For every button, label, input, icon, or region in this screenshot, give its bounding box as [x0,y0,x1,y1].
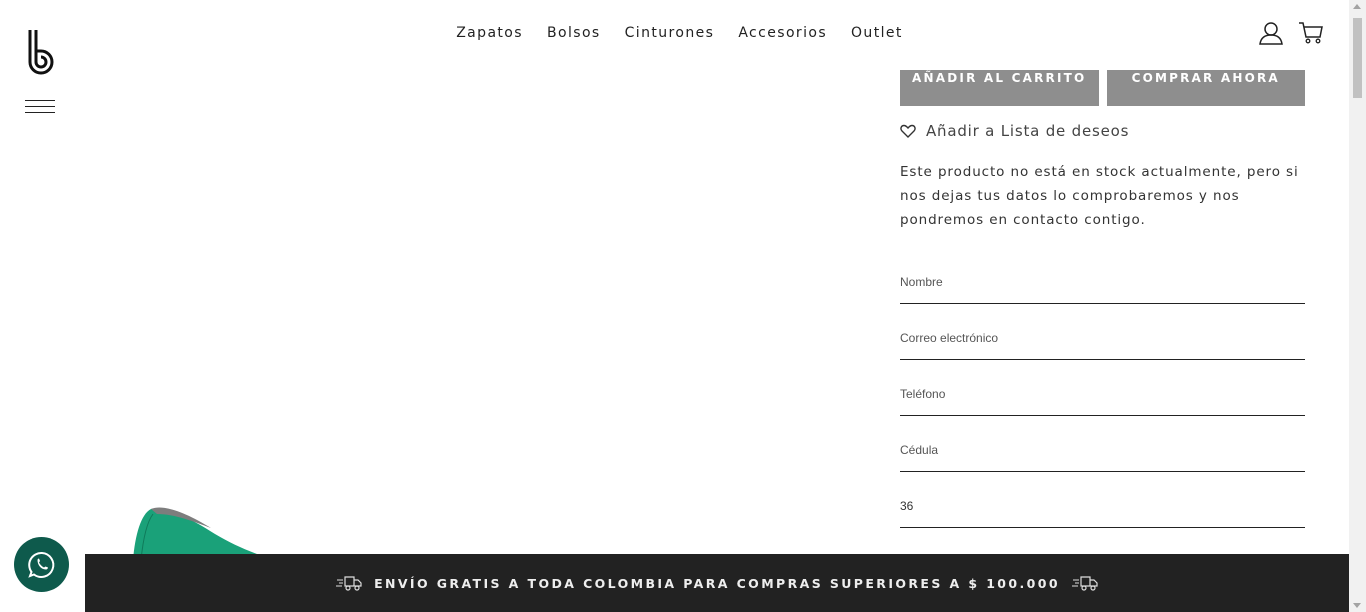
name-field-wrapper [900,248,1305,304]
page-scrollbar[interactable] [1349,0,1366,612]
size-field-wrapper [900,472,1305,528]
name-field[interactable] [900,267,1305,297]
heart-icon [900,124,916,138]
wishlist-label: Añadir a Lista de deseos [926,122,1130,140]
main-nav: Zapatos Bolsos Cinturones Accesorios Out… [0,22,1349,44]
truck-icon [1071,576,1098,591]
scrollbar-thumb[interactable] [1353,18,1362,98]
out-of-stock-message: Este producto no está en stock actualmen… [900,164,1299,228]
free-shipping-bar: ENVÍO GRATIS A TODA COLOMBIA PARA COMPRA… [85,554,1349,612]
cart-icon[interactable] [1298,21,1324,45]
stock-notify-form [900,248,1305,528]
whatsapp-chat-button[interactable] [14,537,69,592]
shipping-text: ENVÍO GRATIS A TODA COLOMBIA PARA COMPRA… [374,575,1060,591]
scroll-up-icon[interactable] [1353,4,1361,9]
email-field-wrapper [900,304,1305,360]
email-field[interactable] [900,323,1305,353]
add-to-wishlist-link[interactable]: Añadir a Lista de deseos [900,122,1129,140]
nav-item-accesorios[interactable]: Accesorios [726,22,839,44]
user-icon[interactable] [1258,21,1284,45]
hamburger-icon[interactable] [25,100,55,114]
truck-icon [336,576,362,591]
size-field[interactable] [900,491,1305,521]
site-header: Zapatos Bolsos Cinturones Accesorios Out… [0,0,1349,75]
phone-field-wrapper [900,360,1305,416]
nav-item-zapatos[interactable]: Zapatos [444,22,535,44]
nav-item-cinturones[interactable]: Cinturones [613,22,727,44]
nav-item-outlet[interactable]: Outlet [839,22,915,44]
phone-field[interactable] [900,379,1305,409]
scroll-down-icon[interactable] [1353,603,1361,608]
id-field-wrapper [900,416,1305,472]
id-number-field[interactable] [900,435,1305,465]
nav-item-bolsos[interactable]: Bolsos [535,22,613,44]
product-image [133,507,275,560]
whatsapp-icon [27,551,54,578]
